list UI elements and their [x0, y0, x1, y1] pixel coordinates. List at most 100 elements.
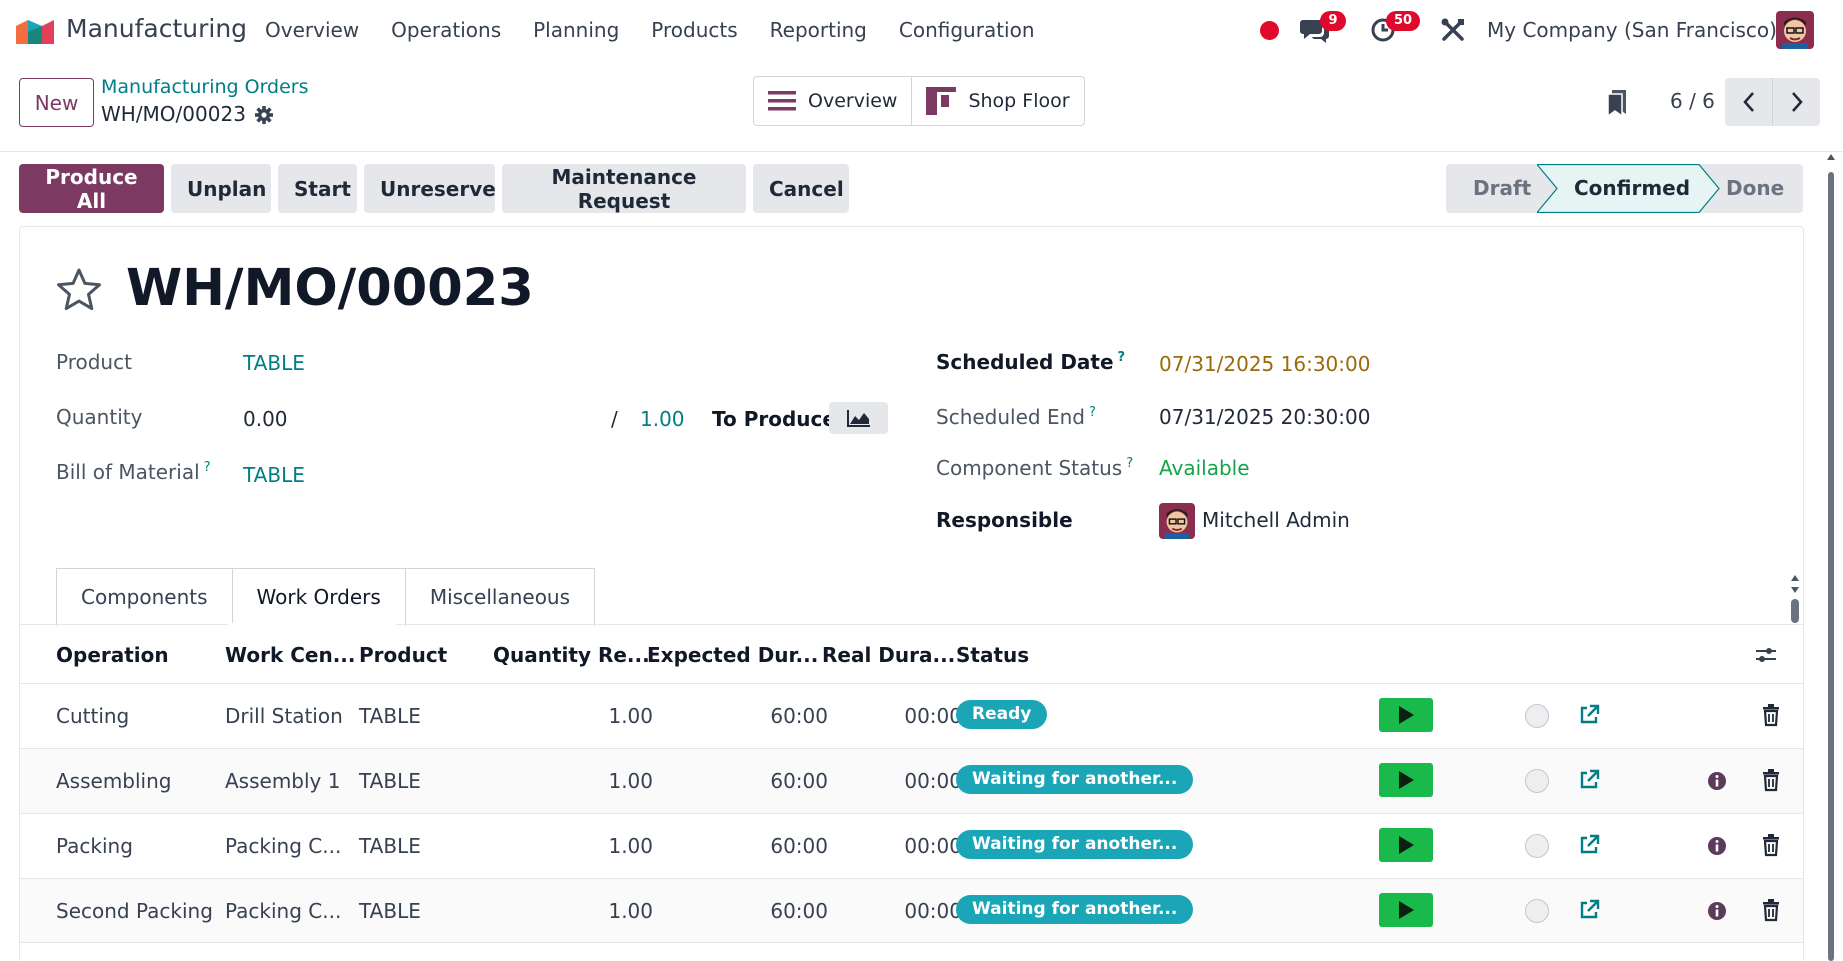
tab-components[interactable]: Components	[56, 568, 233, 626]
row-operation: Cutting	[56, 704, 130, 728]
menu-configuration[interactable]: Configuration	[899, 18, 1035, 42]
stage-draft[interactable]: Draft	[1473, 164, 1531, 213]
app-name[interactable]: Manufacturing	[66, 14, 247, 43]
menu-overview[interactable]: Overview	[265, 18, 359, 42]
pager-next-button[interactable]	[1772, 78, 1820, 126]
responsible-avatar[interactable]	[1159, 503, 1195, 539]
gear-icon[interactable]	[254, 105, 274, 125]
list-icon	[768, 91, 796, 111]
bookmark-icon[interactable]	[1606, 88, 1628, 118]
done-checkbox[interactable]	[1525, 704, 1549, 728]
done-checkbox[interactable]	[1525, 899, 1549, 923]
menu-planning[interactable]: Planning	[533, 18, 619, 42]
recording-dot-icon[interactable]	[1260, 21, 1279, 40]
start-workorder-button[interactable]	[1379, 893, 1433, 927]
table-row[interactable]: Assembling Assembly 1 TABLE 1.00 60:00 0…	[20, 748, 1803, 813]
trash-icon[interactable]	[1760, 703, 1782, 727]
row-expected-duration: 60:00	[770, 769, 828, 793]
scheduled-date-help-icon[interactable]: ?	[1118, 350, 1126, 365]
external-link-icon[interactable]	[1577, 703, 1601, 727]
top-navbar: Manufacturing Overview Operations Planni…	[0, 0, 1843, 60]
notebook-tabs: Components Work Orders Miscellaneous	[56, 568, 596, 626]
external-link-icon[interactable]	[1577, 898, 1601, 922]
info-icon[interactable]	[1707, 836, 1727, 856]
responsible-value[interactable]: Mitchell Admin	[1202, 508, 1350, 532]
trash-icon[interactable]	[1760, 898, 1782, 922]
row-expected-duration: 60:00	[770, 704, 828, 728]
external-link-icon[interactable]	[1577, 768, 1601, 792]
info-icon[interactable]	[1707, 771, 1727, 791]
overview-view-label: Overview	[808, 90, 898, 112]
trash-icon[interactable]	[1760, 768, 1782, 792]
star-icon[interactable]	[55, 266, 103, 314]
tab-scrollbar[interactable]	[1790, 575, 1800, 625]
stage-bar: Draft Confirmed Done	[1446, 164, 1803, 213]
unreserve-button[interactable]: Unreserve	[364, 164, 496, 213]
start-workorder-button[interactable]	[1379, 698, 1433, 732]
cancel-button[interactable]: Cancel	[753, 164, 849, 213]
stage-done[interactable]: Done	[1726, 164, 1784, 213]
trash-icon[interactable]	[1760, 833, 1782, 857]
component-status-value: Available	[1159, 456, 1250, 480]
maintenance-request-button[interactable]: Maintenance Request	[502, 164, 746, 213]
page-scrollbar[interactable]	[1826, 152, 1836, 961]
stage-confirmed[interactable]: Confirmed	[1574, 164, 1690, 213]
start-workorder-button[interactable]	[1379, 828, 1433, 862]
col-product[interactable]: Product	[359, 643, 447, 667]
product-value[interactable]: TABLE	[243, 351, 305, 375]
col-real-duration[interactable]: Real Dura...	[822, 643, 955, 667]
col-operation[interactable]: Operation	[56, 643, 169, 667]
new-button[interactable]: New	[19, 78, 94, 127]
pager-previous-button[interactable]	[1725, 78, 1772, 126]
start-workorder-button[interactable]	[1379, 763, 1433, 797]
breadcrumb-parent[interactable]: Manufacturing Orders	[101, 76, 309, 98]
quantity-separator: /	[611, 407, 618, 431]
row-expected-duration: 60:00	[770, 899, 828, 923]
produce-all-button[interactable]: Produce All	[19, 164, 164, 213]
overview-view-button[interactable]: Overview	[754, 77, 911, 125]
table-row[interactable]: Packing Packing C... TABLE 1.00 60:00 00…	[20, 813, 1803, 878]
tab-work-orders[interactable]: Work Orders	[231, 568, 406, 626]
col-status[interactable]: Status	[956, 643, 1029, 667]
activity-badge: 50	[1386, 11, 1420, 31]
status-badge: Ready	[956, 700, 1048, 729]
unplan-button[interactable]: Unplan	[171, 164, 271, 213]
view-switcher: Overview Shop Floor	[753, 76, 1085, 126]
optional-columns-icon[interactable]	[1754, 643, 1778, 667]
avatar[interactable]	[1776, 11, 1814, 49]
area-chart-icon	[846, 410, 870, 427]
manufacturing-logo-icon[interactable]	[14, 16, 56, 44]
scheduled-date-value[interactable]: 07/31/2025 16:30:00	[1159, 352, 1370, 376]
scheduled-end-label: Scheduled End?	[936, 405, 1096, 429]
bom-help-icon[interactable]: ?	[204, 460, 211, 475]
info-icon[interactable]	[1707, 901, 1727, 921]
forecast-chart-button[interactable]	[829, 402, 888, 434]
component-status-help-icon[interactable]: ?	[1126, 456, 1133, 471]
pager-buttons	[1725, 78, 1820, 126]
quantity-target[interactable]: 1.00	[640, 407, 685, 431]
table-row[interactable]: Cutting Drill Station TABLE 1.00 60:00 0…	[20, 683, 1803, 748]
menu-products[interactable]: Products	[651, 18, 737, 42]
row-expected-duration: 60:00	[770, 834, 828, 858]
bom-value[interactable]: TABLE	[243, 463, 305, 487]
row-work-center: Drill Station	[225, 704, 343, 728]
col-work-center[interactable]: Work Cen...	[225, 643, 356, 667]
pager-value[interactable]: 6 / 6	[1670, 89, 1715, 113]
table-row[interactable]: Second Packing Packing C... TABLE 1.00 6…	[20, 878, 1803, 943]
scheduled-end-value[interactable]: 07/31/2025 20:30:00	[1159, 405, 1370, 429]
done-checkbox[interactable]	[1525, 834, 1549, 858]
col-expected-duration[interactable]: Expected Dur...	[647, 643, 818, 667]
scheduled-end-help-icon[interactable]: ?	[1089, 405, 1096, 420]
tab-miscellaneous[interactable]: Miscellaneous	[404, 568, 596, 626]
shop-floor-view-button[interactable]: Shop Floor	[911, 77, 1083, 125]
tools-icon[interactable]	[1440, 17, 1466, 43]
done-checkbox[interactable]	[1525, 769, 1549, 793]
col-quantity[interactable]: Quantity Re...	[493, 643, 650, 667]
menu-operations[interactable]: Operations	[391, 18, 501, 42]
chevron-left-icon	[1742, 92, 1754, 112]
quantity-input[interactable]: 0.00	[243, 407, 288, 431]
menu-reporting[interactable]: Reporting	[770, 18, 867, 42]
start-button[interactable]: Start	[278, 164, 357, 213]
external-link-icon[interactable]	[1577, 833, 1601, 857]
company-switcher[interactable]: My Company (San Francisco)	[1487, 18, 1777, 42]
